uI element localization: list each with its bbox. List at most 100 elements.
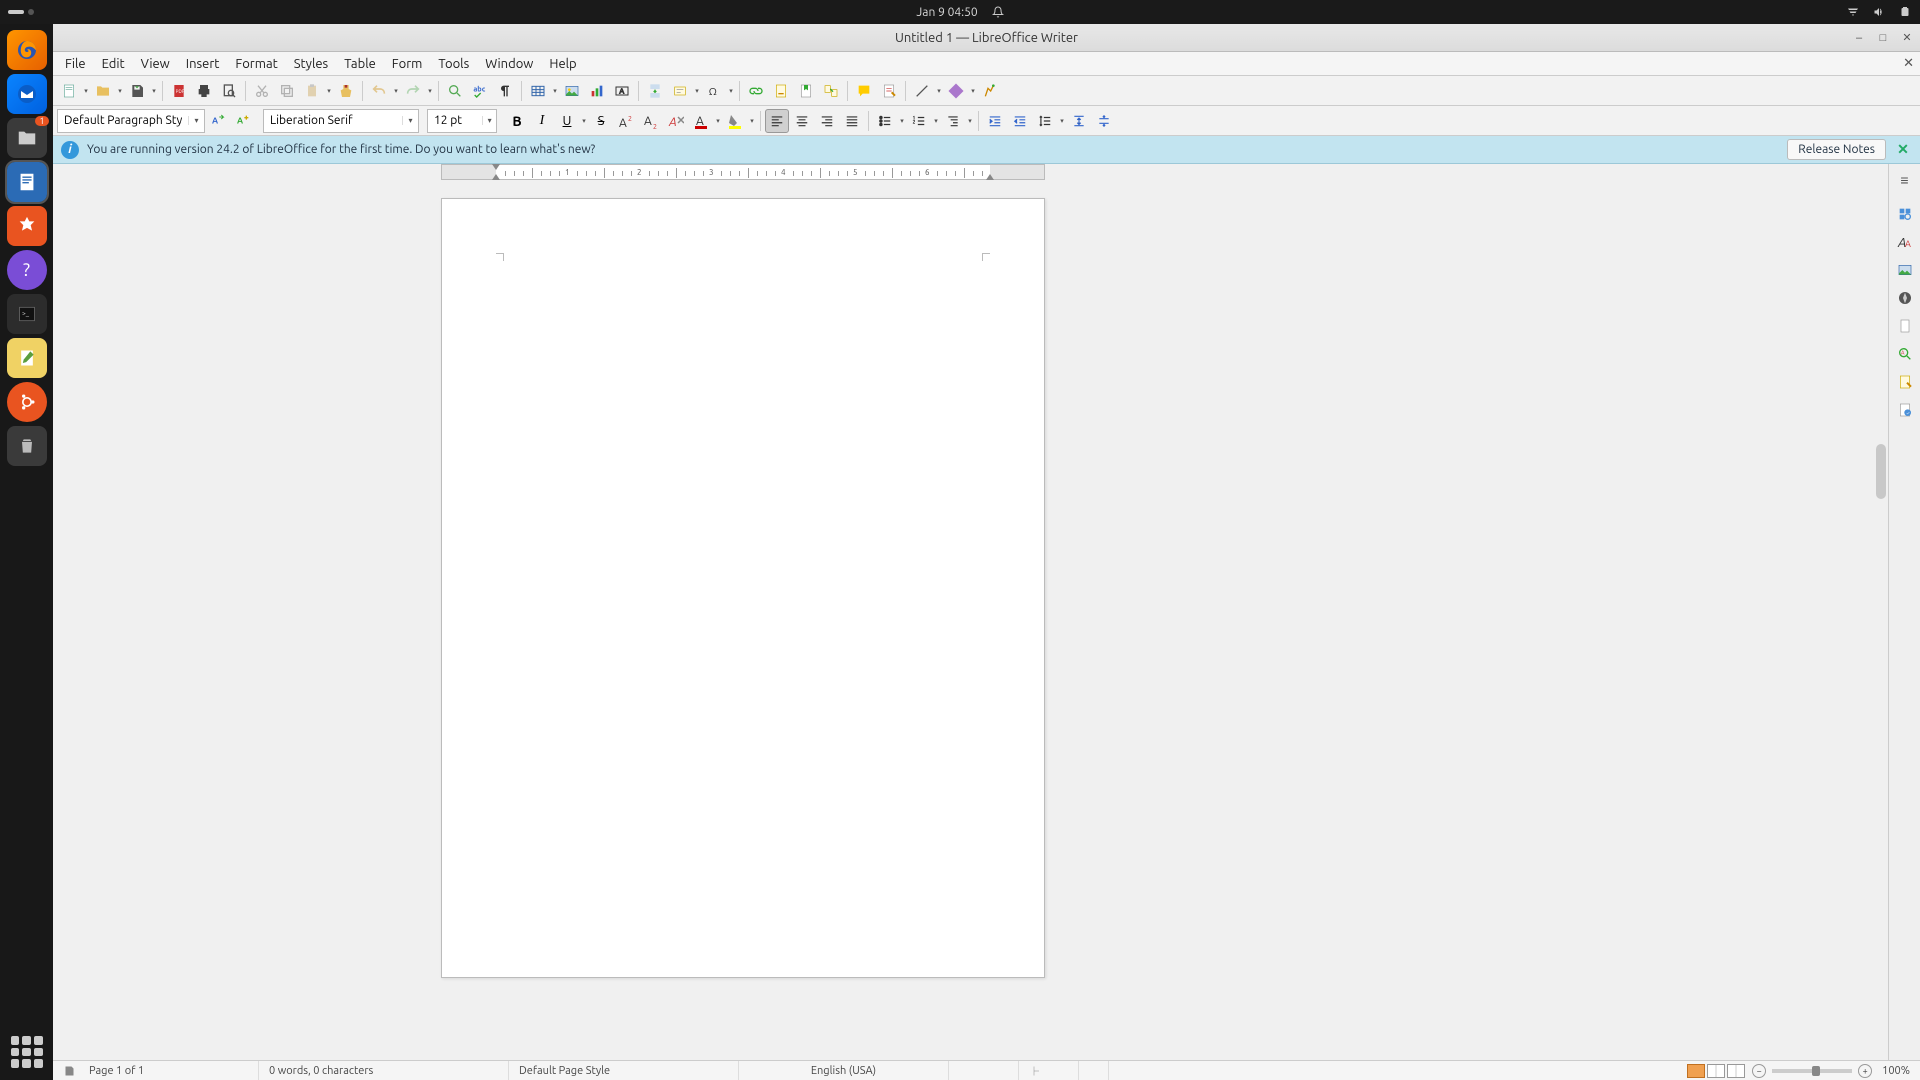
sidebar-settings-icon[interactable]: ≡ bbox=[1893, 168, 1917, 192]
insert-textbox-button[interactable]: A bbox=[610, 79, 634, 103]
insert-table-button[interactable] bbox=[526, 79, 550, 103]
menu-edit[interactable]: Edit bbox=[94, 55, 133, 73]
insert-field-dropdown[interactable]: ▾ bbox=[693, 87, 701, 95]
italic-button[interactable]: I bbox=[530, 109, 554, 133]
dock-app-ubuntu[interactable] bbox=[7, 382, 47, 422]
strikethrough-button[interactable]: S bbox=[589, 109, 613, 133]
bullet-list-dropdown[interactable]: ▾ bbox=[898, 117, 906, 125]
document-scroll-area[interactable]: 1234567 bbox=[53, 164, 1888, 1060]
undo-button[interactable] bbox=[367, 79, 391, 103]
sidebar-navigator-icon[interactable] bbox=[1893, 286, 1917, 310]
new-button[interactable] bbox=[57, 79, 81, 103]
menu-view[interactable]: View bbox=[133, 55, 178, 73]
menu-help[interactable]: Help bbox=[541, 55, 584, 73]
insert-line-dropdown[interactable]: ▾ bbox=[935, 87, 943, 95]
menu-table[interactable]: Table bbox=[336, 55, 384, 73]
font-name-input[interactable] bbox=[264, 114, 402, 127]
sidebar-manage-changes-icon[interactable] bbox=[1893, 370, 1917, 394]
font-color-dropdown[interactable]: ▾ bbox=[714, 117, 722, 125]
view-single-page-button[interactable] bbox=[1687, 1064, 1705, 1078]
menu-window[interactable]: Window bbox=[477, 55, 541, 73]
horizontal-ruler[interactable]: 1234567 bbox=[441, 164, 1045, 180]
update-style-button[interactable]: A bbox=[206, 109, 230, 133]
insert-symbol-button[interactable]: Ω bbox=[702, 79, 726, 103]
font-size-combo[interactable]: ▾ bbox=[427, 109, 497, 133]
insert-image-button[interactable] bbox=[560, 79, 584, 103]
decrease-indent-button[interactable] bbox=[1008, 109, 1032, 133]
window-close-button[interactable]: ✕ bbox=[1900, 31, 1914, 45]
print-preview-button[interactable] bbox=[217, 79, 241, 103]
document-page[interactable] bbox=[441, 198, 1045, 978]
increase-indent-button[interactable] bbox=[983, 109, 1007, 133]
view-multi-page-button[interactable] bbox=[1707, 1064, 1725, 1078]
save-dropdown[interactable]: ▾ bbox=[150, 87, 158, 95]
superscript-button[interactable]: A2 bbox=[614, 109, 638, 133]
clone-formatting-button[interactable] bbox=[334, 79, 358, 103]
ruler-right-margin[interactable] bbox=[990, 165, 1044, 179]
ruler-left-margin[interactable] bbox=[442, 165, 496, 179]
align-justify-button[interactable] bbox=[840, 109, 864, 133]
status-page[interactable]: Page 1 of 1 bbox=[79, 1061, 259, 1080]
dock-app-terminal[interactable]: >_ bbox=[7, 294, 47, 334]
highlight-dropdown[interactable]: ▾ bbox=[748, 117, 756, 125]
bullet-list-button[interactable] bbox=[873, 109, 897, 133]
dock-app-texteditor[interactable] bbox=[7, 338, 47, 378]
basic-shapes-dropdown[interactable]: ▾ bbox=[969, 87, 977, 95]
save-button[interactable] bbox=[125, 79, 149, 103]
network-icon[interactable] bbox=[1846, 6, 1860, 18]
dock-app-files[interactable]: 1 bbox=[7, 118, 47, 158]
insert-cross-reference-button[interactable] bbox=[819, 79, 843, 103]
notification-bell-icon[interactable] bbox=[992, 6, 1004, 18]
status-selection-mode[interactable] bbox=[1019, 1061, 1079, 1080]
menu-insert[interactable]: Insert bbox=[178, 55, 228, 73]
sidebar-accessibility-icon[interactable]: ✓ bbox=[1893, 398, 1917, 422]
insert-hyperlink-button[interactable] bbox=[744, 79, 768, 103]
outline-list-button[interactable] bbox=[941, 109, 965, 133]
insert-page-break-button[interactable] bbox=[643, 79, 667, 103]
decrease-para-spacing-button[interactable] bbox=[1092, 109, 1116, 133]
dock-app-thunderbird[interactable] bbox=[7, 74, 47, 114]
save-status-icon[interactable] bbox=[59, 1065, 79, 1077]
sidebar-gallery-icon[interactable] bbox=[1893, 258, 1917, 282]
formatting-marks-button[interactable] bbox=[493, 79, 517, 103]
font-size-input[interactable] bbox=[428, 114, 482, 127]
underline-dropdown[interactable]: ▾ bbox=[580, 117, 588, 125]
sidebar-styles-icon[interactable]: AA bbox=[1893, 230, 1917, 254]
cut-button[interactable] bbox=[250, 79, 274, 103]
info-close-button[interactable]: ✕ bbox=[1894, 141, 1912, 158]
font-name-combo[interactable]: ▾ bbox=[263, 109, 419, 133]
new-style-button[interactable]: A bbox=[231, 109, 255, 133]
line-spacing-button[interactable] bbox=[1033, 109, 1057, 133]
window-minimize-button[interactable]: ‒ bbox=[1852, 31, 1866, 45]
menu-styles[interactable]: Styles bbox=[286, 55, 336, 73]
zoom-slider-thumb[interactable] bbox=[1812, 1066, 1820, 1076]
dock-app-firefox[interactable] bbox=[7, 30, 47, 70]
track-changes-button[interactable] bbox=[877, 79, 901, 103]
line-spacing-dropdown[interactable]: ▾ bbox=[1058, 117, 1066, 125]
undo-dropdown[interactable]: ▾ bbox=[392, 87, 400, 95]
underline-button[interactable]: U bbox=[555, 109, 579, 133]
print-button[interactable] bbox=[192, 79, 216, 103]
window-maximize-button[interactable]: □ bbox=[1876, 31, 1890, 45]
align-center-button[interactable] bbox=[790, 109, 814, 133]
sidebar-page-icon[interactable] bbox=[1893, 314, 1917, 338]
paragraph-style-combo[interactable]: ▾ bbox=[57, 109, 205, 133]
menu-file[interactable]: File bbox=[57, 55, 94, 73]
zoom-in-button[interactable]: + bbox=[1858, 1064, 1872, 1078]
basic-shapes-button[interactable] bbox=[944, 79, 968, 103]
redo-dropdown[interactable]: ▾ bbox=[426, 87, 434, 95]
insert-field-button[interactable] bbox=[668, 79, 692, 103]
insert-footnote-button[interactable] bbox=[769, 79, 793, 103]
insert-bookmark-button[interactable] bbox=[794, 79, 818, 103]
zoom-percent[interactable]: 100% bbox=[1872, 1065, 1920, 1077]
subscript-button[interactable]: A2 bbox=[639, 109, 663, 133]
bold-button[interactable]: B bbox=[505, 109, 529, 133]
insert-line-button[interactable] bbox=[910, 79, 934, 103]
copy-button[interactable] bbox=[275, 79, 299, 103]
insert-comment-button[interactable] bbox=[852, 79, 876, 103]
new-dropdown[interactable]: ▾ bbox=[82, 87, 90, 95]
open-button[interactable] bbox=[91, 79, 115, 103]
find-replace-button[interactable] bbox=[443, 79, 467, 103]
status-insert-mode[interactable] bbox=[949, 1061, 1019, 1080]
font-color-button[interactable]: A bbox=[689, 109, 713, 133]
